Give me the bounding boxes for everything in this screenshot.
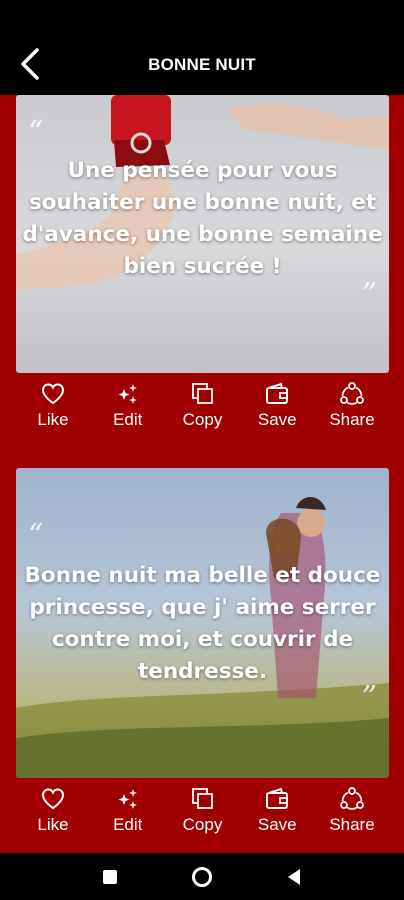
quote-text: Une pensée pour vous souhaiter une bonne… [22,158,383,279]
back-triangle-icon[interactable] [282,865,306,889]
copy-button[interactable]: Copy [166,780,240,844]
copy-label: Copy [182,410,223,429]
save-button[interactable]: Save [240,375,314,439]
copy-icon [191,788,213,809]
quote-text: Bonne nuit ma belle et douce princesse, … [24,563,381,684]
save-button[interactable]: Save [240,780,314,844]
open-quote-icon: “ [28,115,44,150]
quote-image[interactable]: “ Bonne nuit ma belle et douce princesse… [16,468,389,778]
close-quote-icon: ” [361,277,377,312]
action-bar: Like Edit Copy Save Share [16,780,389,844]
share-button[interactable]: Share [315,780,389,844]
share-button[interactable]: Share [315,375,389,439]
wallet-icon [266,382,289,404]
share-label: Share [329,410,375,429]
sparkles-icon [118,384,137,404]
quote-image[interactable]: “ Une pensée pour vous souhaiter une bon… [16,95,389,373]
system-nav-bar [0,853,404,900]
like-button[interactable]: Like [16,375,90,439]
share-icon [340,787,364,810]
recents-square-icon[interactable] [98,865,122,889]
edit-button[interactable]: Edit [91,375,165,439]
sparkles-icon [118,789,137,809]
edit-label: Edit [113,815,143,834]
like-label: Like [37,410,69,429]
open-quote-icon: “ [28,518,44,553]
like-label: Like [37,815,69,834]
home-circle-icon[interactable] [190,865,214,889]
edit-button[interactable]: Edit [91,780,165,844]
page-title: BONNE NUIT [148,55,256,74]
heart-icon [41,383,65,405]
share-label: Share [329,815,375,834]
copy-button[interactable]: Copy [166,375,240,439]
app-bar: BONNE NUIT [0,0,404,95]
heart-icon [41,788,65,810]
save-label: Save [257,410,297,429]
like-button[interactable]: Like [16,780,90,844]
copy-label: Copy [182,815,223,834]
copy-icon [191,383,213,404]
action-bar: Like Edit Copy Save Share [16,375,389,439]
share-icon [340,382,364,405]
close-quote-icon: ” [361,680,377,715]
save-label: Save [257,815,297,834]
quote-list[interactable]: “ Une pensée pour vous souhaiter une bon… [0,95,404,853]
edit-label: Edit [113,410,143,429]
wallet-icon [266,787,289,809]
